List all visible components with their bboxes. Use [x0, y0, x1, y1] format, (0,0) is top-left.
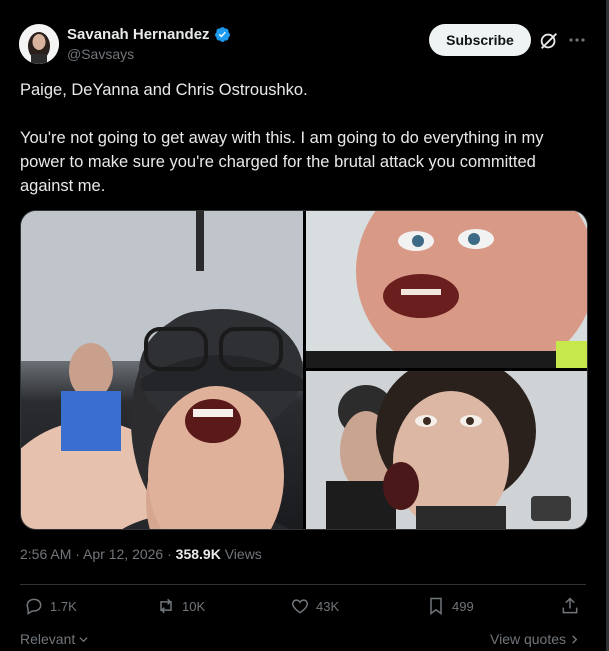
author-name-row[interactable]: Savanah Hernandez	[67, 26, 231, 43]
media-photo-2[interactable]	[306, 211, 587, 368]
share-icon	[562, 597, 578, 614]
repost-button[interactable]: 10K	[156, 596, 205, 616]
meta-separator: ·	[167, 546, 176, 562]
avatar[interactable]	[19, 24, 59, 64]
view-quotes-link[interactable]: View quotes	[490, 631, 579, 647]
views-count: 358.9K	[175, 546, 221, 562]
like-count: 43K	[316, 598, 340, 614]
bookmark-count: 499	[452, 598, 474, 614]
tweet-detail: Savanah Hernandez @Savsays Subscribe Pai…	[0, 0, 606, 651]
tweet-date[interactable]: Apr 12, 2026	[83, 546, 163, 562]
media-photo-3[interactable]	[306, 371, 587, 529]
more-options-icon[interactable]	[568, 30, 586, 50]
views-label: Views	[224, 546, 262, 562]
sort-label: Relevant	[20, 631, 76, 647]
media-photo-1[interactable]	[21, 211, 303, 529]
divider	[20, 584, 586, 585]
reply-icon	[26, 598, 42, 615]
display-name[interactable]: Savanah Hernandez	[67, 26, 210, 43]
tweet-time[interactable]: 2:56 AM	[20, 546, 71, 562]
action-bar: 1.7K 10K 43K 499	[20, 596, 586, 620]
bookmark-icon	[430, 597, 442, 615]
bookmark-button[interactable]: 499	[426, 596, 474, 616]
tweet-text: Paige, DeYanna and Chris Ostroushko. You…	[20, 81, 544, 195]
sort-replies-dropdown[interactable]: Relevant	[20, 631, 88, 647]
reply-count: 1.7K	[50, 598, 77, 614]
chevron-right-icon	[572, 635, 578, 644]
author-handle[interactable]: @Savsays	[67, 46, 134, 62]
subscribe-button[interactable]: Subscribe	[429, 24, 531, 56]
repost-count: 10K	[182, 598, 206, 614]
heart-icon	[291, 599, 309, 614]
repost-icon	[160, 598, 172, 614]
grok-icon[interactable]	[538, 30, 560, 52]
meta-separator: ·	[75, 546, 84, 562]
verified-badge-icon	[214, 27, 230, 42]
like-button[interactable]: 43K	[290, 596, 339, 616]
share-button[interactable]	[560, 596, 580, 616]
reply-button[interactable]: 1.7K	[24, 596, 77, 616]
chevron-down-icon	[79, 637, 88, 643]
tweet-meta: 2:56 AM · Apr 12, 2026 · 358.9K Views	[20, 546, 262, 562]
media-grid	[20, 210, 588, 530]
view-quotes-label: View quotes	[490, 631, 567, 647]
